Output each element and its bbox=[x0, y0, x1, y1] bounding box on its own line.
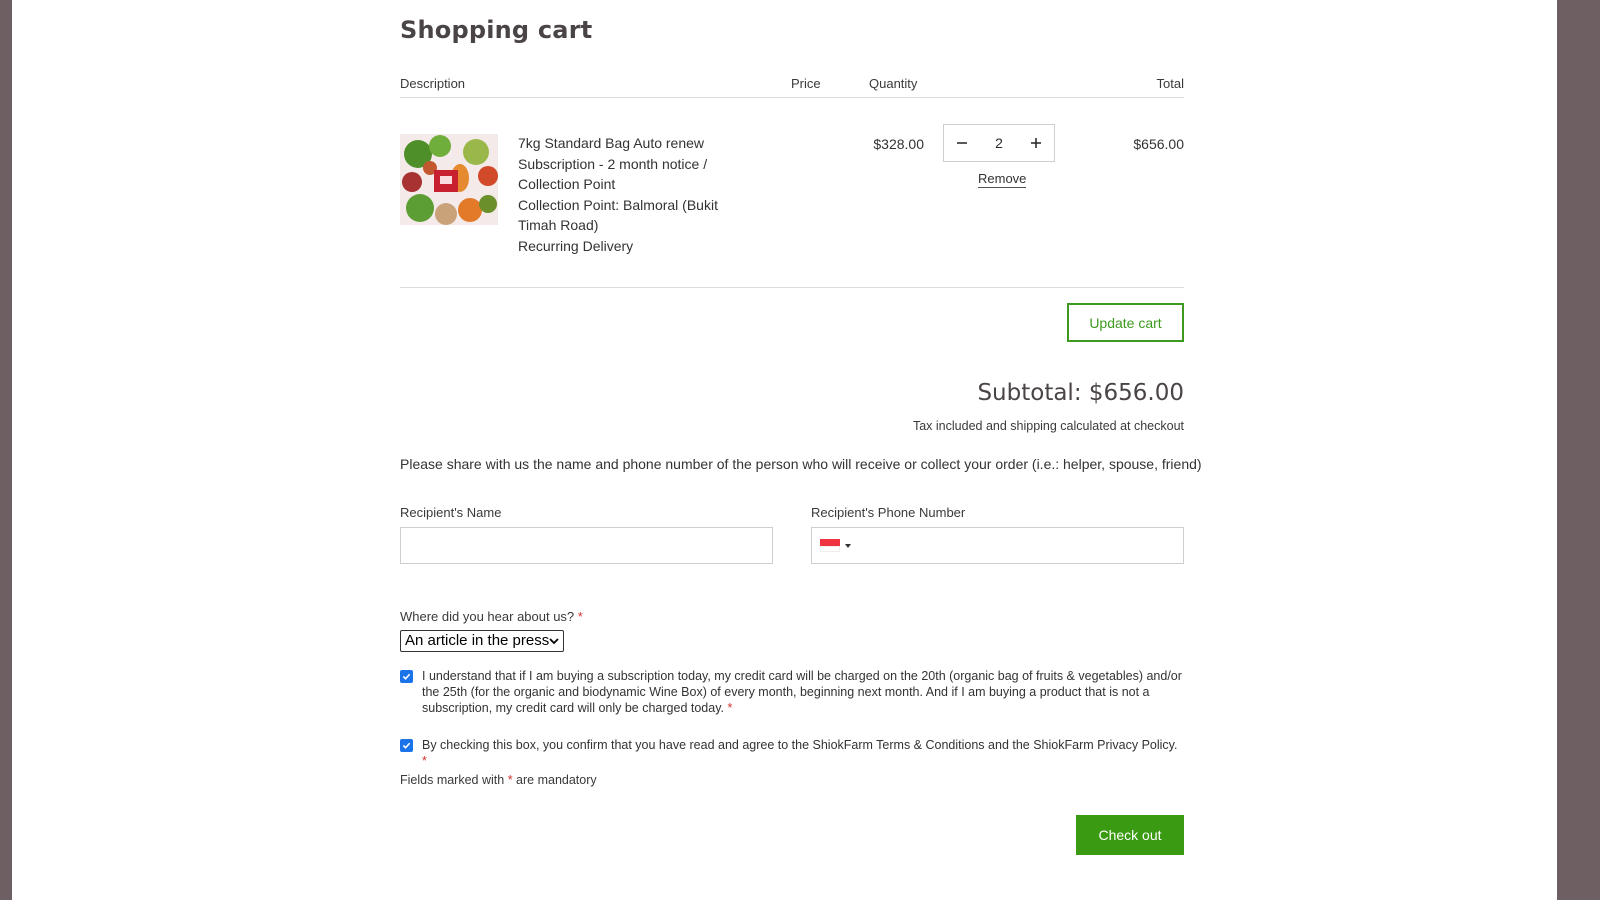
product-title-line-2[interactable]: Subscription - 2 month notice / bbox=[518, 154, 738, 175]
recipient-name-input[interactable] bbox=[400, 527, 773, 564]
recipient-phone-input[interactable] bbox=[811, 527, 1184, 564]
page-frame: Shopping cart Description Price Quantity… bbox=[12, 0, 1557, 900]
required-asterisk: * bbox=[422, 754, 427, 768]
subtotal: Subtotal: $656.00 bbox=[977, 380, 1184, 406]
page-title: Shopping cart bbox=[400, 16, 593, 44]
item-divider bbox=[400, 287, 1184, 288]
mandatory-fields-note: Fields marked with * are mandatory bbox=[400, 773, 597, 787]
recipient-intro: Please share with us the name and phone … bbox=[400, 456, 1202, 472]
required-asterisk: * bbox=[577, 609, 583, 624]
mandatory-prefix: Fields marked with bbox=[400, 773, 505, 787]
decrease-quantity-button[interactable] bbox=[944, 125, 980, 161]
recipient-phone-label: Recipient's Phone Number bbox=[811, 505, 966, 520]
terms-agreement-label: By checking this box, you confirm that y… bbox=[422, 738, 1178, 752]
billing-agreement-row: I understand that if I am buying a subsc… bbox=[400, 668, 1184, 716]
billing-agreement-checkbox[interactable] bbox=[400, 670, 413, 683]
singapore-flag-icon[interactable] bbox=[820, 539, 840, 552]
minus-icon bbox=[957, 142, 967, 144]
referral-label: Where did you hear about us? * bbox=[400, 609, 583, 624]
country-dropdown-caret-icon[interactable] bbox=[845, 544, 851, 548]
billing-agreement-label: I understand that if I am buying a subsc… bbox=[422, 669, 1182, 715]
plus-icon bbox=[1031, 138, 1041, 148]
header-price: Price bbox=[791, 76, 821, 91]
remove-item-link[interactable]: Remove bbox=[978, 171, 1027, 188]
cart-table-header: Description Price Quantity Total bbox=[400, 76, 1184, 98]
checkout-button[interactable]: Check out bbox=[1076, 815, 1184, 855]
billing-agreement-text: I understand that if I am buying a subsc… bbox=[422, 668, 1184, 716]
header-total: Total bbox=[1156, 76, 1184, 91]
required-asterisk: * bbox=[727, 701, 733, 715]
delivery-type: Recurring Delivery bbox=[518, 237, 634, 254]
tax-shipping-note: Tax included and shipping calculated at … bbox=[912, 419, 1184, 433]
referral-selected-value: An article in the press bbox=[405, 632, 550, 649]
checkmark-icon bbox=[402, 673, 411, 680]
checkmark-icon bbox=[402, 742, 411, 749]
vegetable-bag-image[interactable] bbox=[400, 134, 498, 225]
item-price: $328.00 bbox=[873, 136, 924, 152]
product-title-line-3[interactable]: Collection Point bbox=[518, 174, 738, 195]
header-description: Description bbox=[400, 76, 466, 91]
collection-point-line-2: Timah Road) bbox=[518, 217, 599, 233]
referral-label-text: Where did you hear about us? bbox=[400, 609, 575, 624]
terms-agreement-text: By checking this box, you confirm that y… bbox=[422, 737, 1184, 769]
quantity-input[interactable]: 2 bbox=[980, 125, 1018, 161]
quantity-stepper: 2 bbox=[943, 124, 1055, 162]
mandatory-star: * bbox=[507, 773, 513, 787]
increase-quantity-button[interactable] bbox=[1018, 125, 1054, 161]
collection-point-line-1: Collection Point: Balmoral (Bukit bbox=[518, 196, 718, 213]
product-description: 7kg Standard Bag Auto renew Subscription… bbox=[518, 133, 738, 256]
header-divider bbox=[400, 97, 1184, 98]
mandatory-suffix: are mandatory bbox=[516, 773, 597, 787]
terms-agreement-row: By checking this box, you confirm that y… bbox=[400, 737, 1184, 768]
chevron-down-icon bbox=[549, 638, 559, 645]
product-title-line-1[interactable]: 7kg Standard Bag Auto renew bbox=[518, 133, 738, 154]
referral-select[interactable]: An article in the press bbox=[400, 630, 564, 652]
update-cart-button[interactable]: Update cart bbox=[1067, 303, 1184, 342]
line-total: $656.00 bbox=[1133, 136, 1184, 152]
terms-agreement-checkbox[interactable] bbox=[400, 739, 413, 752]
recipient-name-label: Recipient's Name bbox=[400, 505, 502, 520]
header-quantity: Quantity bbox=[869, 76, 918, 91]
